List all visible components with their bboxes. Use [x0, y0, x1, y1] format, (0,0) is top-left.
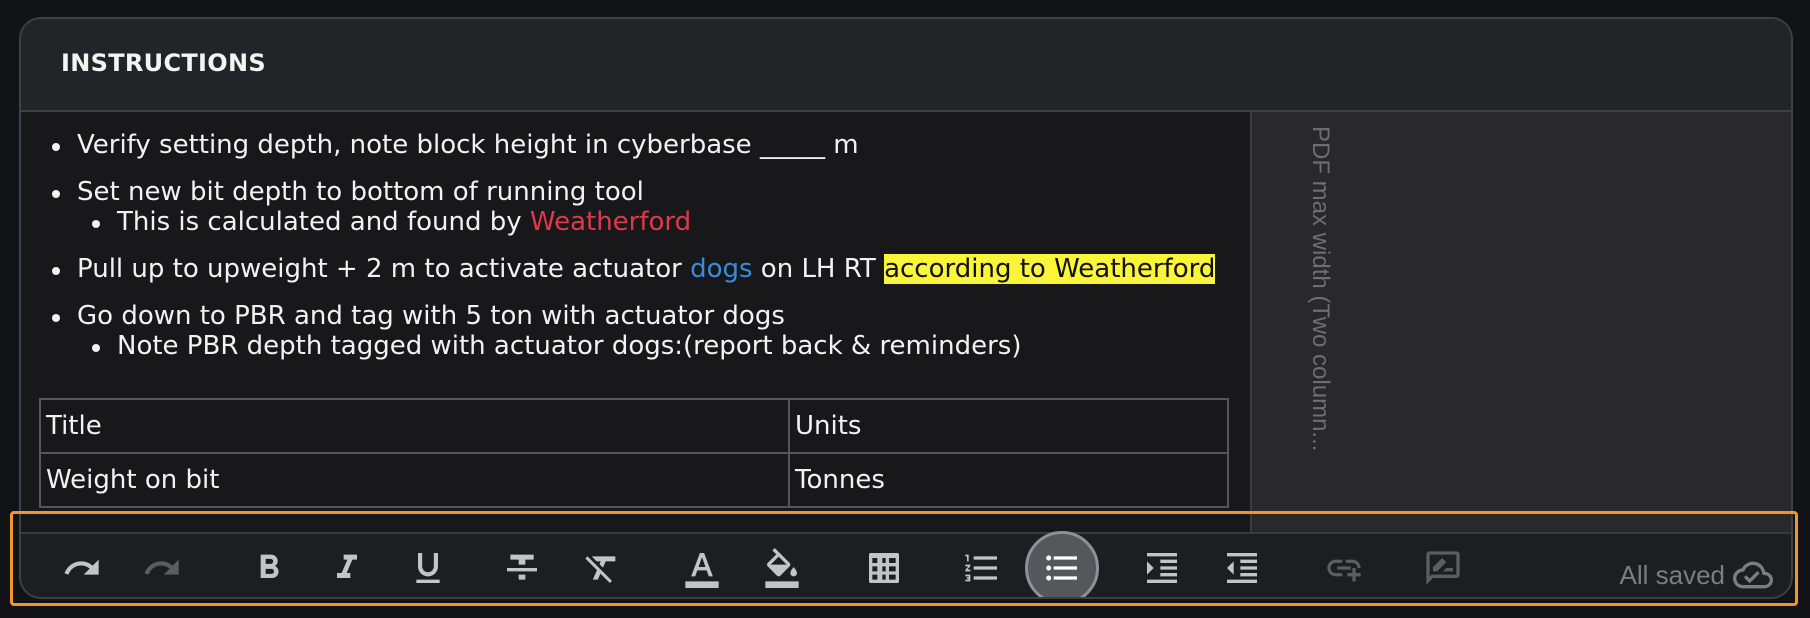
redo-button[interactable]	[139, 545, 185, 591]
undo-icon	[64, 559, 99, 575]
list-item-text: on LH RT	[752, 254, 885, 284]
outdent-icon	[1227, 553, 1257, 583]
sub-list-item[interactable]: This is calculated and found by Weatherf…	[91, 207, 1215, 237]
bold-icon	[260, 554, 279, 578]
table-row: Weight on bit Tonnes	[39, 452, 1229, 508]
underline-button[interactable]	[405, 545, 451, 591]
list-item-text: Go down to PBR and tag with 5 ton with a…	[77, 301, 785, 331]
italic-icon	[337, 554, 357, 578]
table-cell[interactable]: Title	[39, 398, 790, 454]
numbered-list-icon	[965, 554, 997, 582]
panel-title: INSTRUCTIONS	[61, 49, 266, 77]
strikethrough-icon	[507, 554, 537, 580]
weatherford-text: Weatherford	[529, 207, 692, 237]
save-status-text: All saved	[1619, 559, 1726, 590]
instructions-panel: INSTRUCTIONS Verify setting depth, note …	[19, 17, 1793, 599]
pdf-width-side-panel: PDF max width (Two column...	[1250, 112, 1791, 532]
clear-format-icon	[585, 556, 616, 583]
indent-button[interactable]	[1139, 545, 1185, 591]
panel-header: INSTRUCTIONS	[21, 19, 1791, 112]
dogs-text: dogs	[690, 254, 753, 284]
add-link-button[interactable]	[1321, 545, 1367, 591]
strikethrough-button[interactable]	[499, 545, 545, 591]
add-link-icon	[1327, 559, 1361, 582]
insert-table-button[interactable]	[861, 545, 907, 591]
list-item-text: Verify setting depth, note block height …	[77, 130, 859, 160]
undo-button[interactable]	[59, 545, 105, 591]
rich-text-editor[interactable]: Verify setting depth, note block height …	[21, 112, 1250, 532]
numbered-list-button[interactable]	[959, 545, 1005, 591]
units-table[interactable]: Title Units Weight on bit Tonnes	[39, 398, 1229, 508]
bulleted-list-button[interactable]	[1025, 531, 1099, 597]
fill-color-button[interactable]	[759, 545, 805, 591]
italic-button[interactable]	[324, 545, 370, 591]
underline-icon	[416, 553, 440, 583]
table-header-row: Title Units	[39, 398, 1229, 454]
pdf-max-width-label: PDF max width (Two column...	[1307, 126, 1334, 452]
table-cell[interactable]: Weight on bit	[39, 452, 790, 508]
list-item-text: Set new bit depth to bottom of running t…	[77, 177, 644, 207]
bold-button[interactable]	[246, 545, 292, 591]
table-cell[interactable]: Tonnes	[788, 452, 1229, 508]
fill-color-icon	[765, 548, 799, 588]
comment-button[interactable]	[1420, 545, 1466, 591]
list-item[interactable]: Pull up to upweight + 2 m to activate ac…	[51, 254, 1216, 284]
list-item-text: Pull up to upweight + 2 m to activate ac…	[77, 254, 691, 284]
list-item[interactable]: Go down to PBR and tag with 5 ton with a…	[51, 301, 1215, 331]
formatting-toolbar: All saved	[21, 531, 1791, 597]
bullet-list: Verify setting depth, note block height …	[51, 130, 1216, 361]
bulleted-list-icon	[1046, 555, 1077, 581]
table-icon	[869, 553, 899, 583]
save-status: All saved	[1619, 555, 1773, 595]
redo-icon	[144, 559, 179, 575]
outdent-button[interactable]	[1219, 545, 1265, 591]
text-color-icon	[685, 553, 719, 588]
indent-icon	[1147, 553, 1177, 583]
list-item-text: This is calculated and found by	[117, 207, 530, 237]
sub-list-item[interactable]: Note PBR depth tagged with actuator dogs…	[91, 331, 1215, 361]
list-item-text: Note PBR depth tagged with actuator dogs…	[117, 331, 1022, 361]
list-item[interactable]: Set new bit depth to bottom of running t…	[51, 177, 1215, 207]
list-item[interactable]: Verify setting depth, note block height …	[51, 130, 1215, 160]
text-color-button[interactable]	[679, 545, 725, 591]
clear-formatting-button[interactable]	[579, 545, 625, 591]
cloud-done-icon	[1733, 561, 1773, 589]
table-cell[interactable]: Units	[788, 398, 1229, 454]
comment-icon	[1426, 551, 1460, 585]
highlighted-text: according to Weatherford	[884, 254, 1216, 284]
